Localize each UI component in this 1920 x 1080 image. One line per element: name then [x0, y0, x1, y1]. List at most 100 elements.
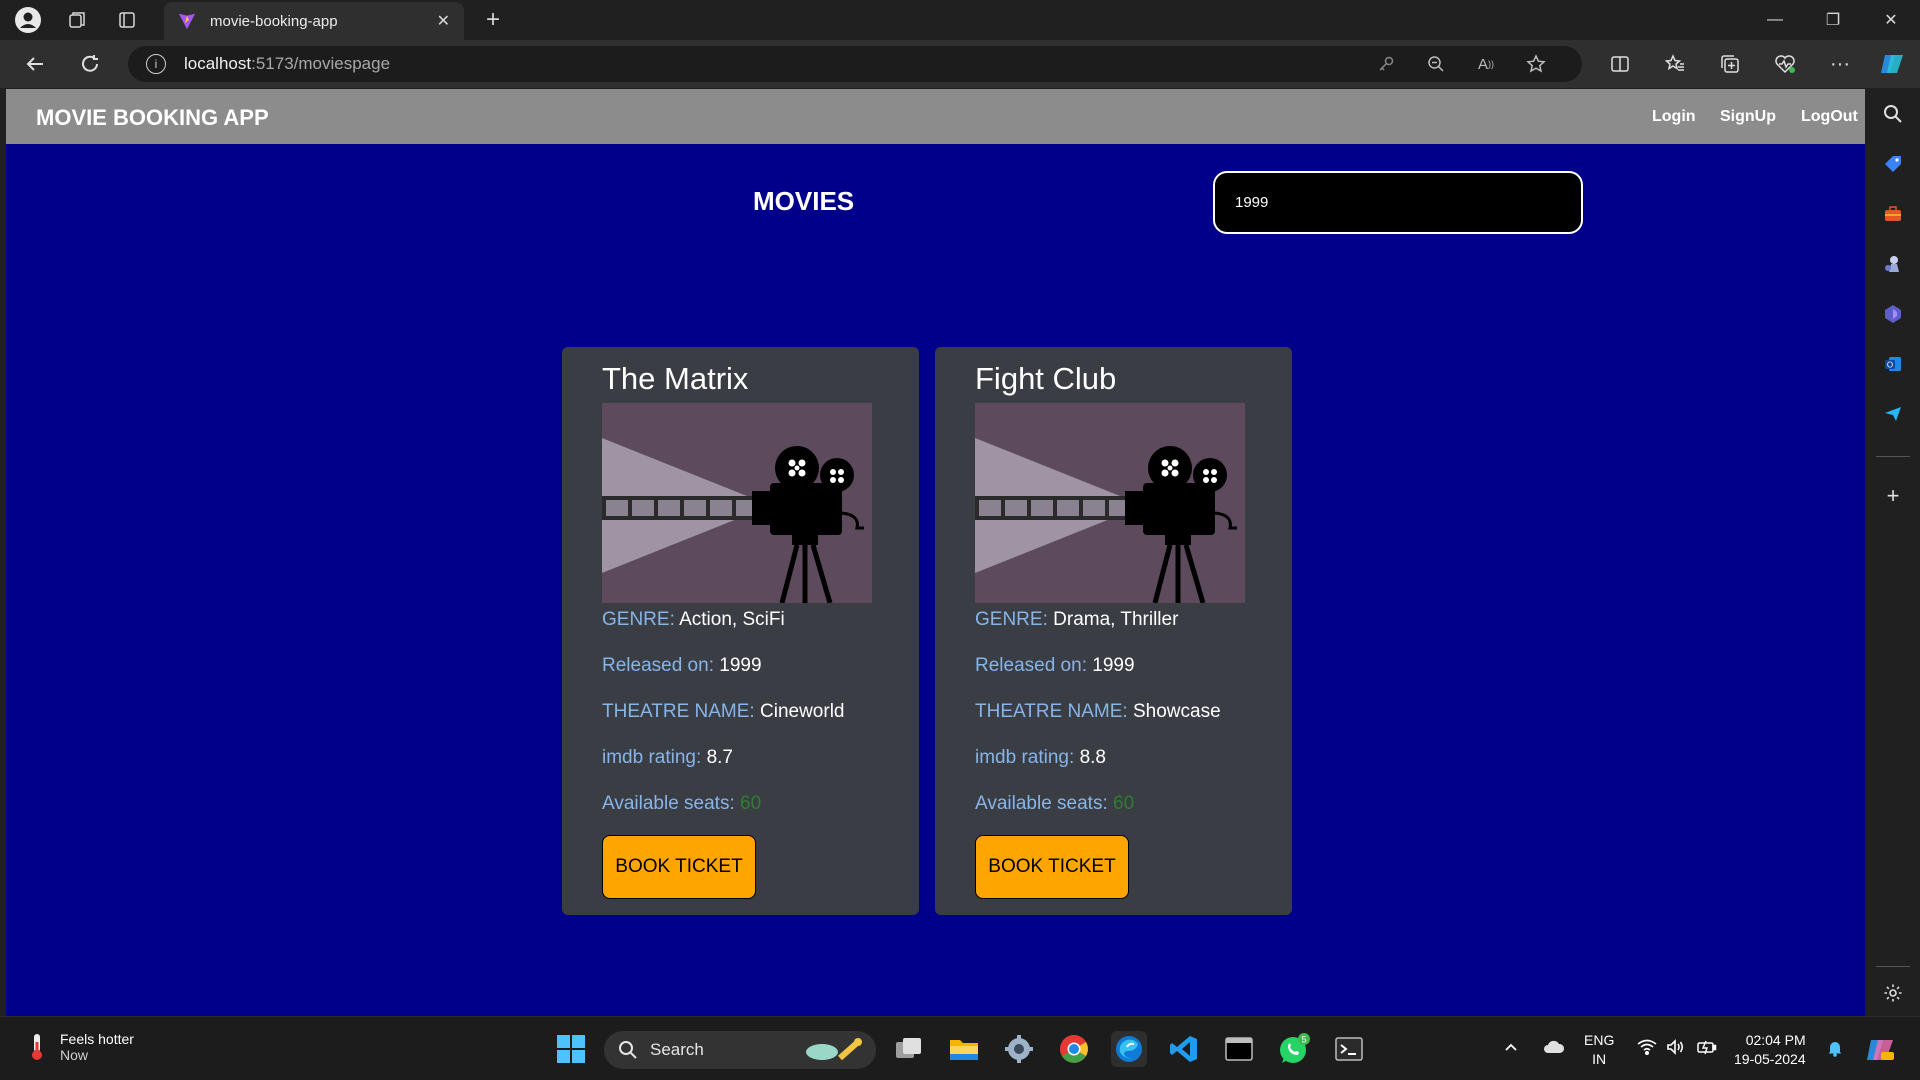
- games-chess-icon[interactable]: [1878, 249, 1908, 279]
- edge-sidebar: O +: [1866, 88, 1920, 1016]
- imdb-value: 8.8: [1079, 747, 1106, 768]
- url-host: localhost: [184, 54, 252, 73]
- wifi-icon[interactable]: [1637, 1039, 1657, 1058]
- workspaces-icon[interactable]: [62, 5, 92, 35]
- lang-primary: ENG: [1584, 1032, 1615, 1048]
- sidebar-settings-gear-icon[interactable]: [1878, 978, 1908, 1008]
- active-tab[interactable]: movie-booking-app ✕: [164, 2, 464, 40]
- movie-title: The Matrix: [602, 361, 749, 396]
- split-screen-icon[interactable]: [1605, 49, 1635, 79]
- tray-chevron-up-icon[interactable]: [1503, 1039, 1519, 1058]
- close-window-icon[interactable]: ✕: [1862, 0, 1920, 40]
- released-value: 1999: [1092, 655, 1135, 676]
- profile-icon[interactable]: [13, 5, 43, 35]
- brand-title[interactable]: MOVIE BOOKING APP: [36, 105, 269, 131]
- search-input[interactable]: [1213, 171, 1583, 234]
- shopping-tag-icon[interactable]: [1878, 149, 1908, 179]
- browser-toolbar: i localhost:5173/moviespage A)) ···: [0, 40, 1920, 88]
- language-indicator[interactable]: ENG IN: [1584, 1031, 1614, 1069]
- imdb-value: 8.7: [706, 747, 733, 768]
- url-path: :5173/moviespage: [251, 54, 391, 73]
- tab-title: movie-booking-app: [210, 12, 338, 30]
- theatre-row: THEATRE NAME: Showcase: [975, 701, 1221, 722]
- taskbar-clock[interactable]: 02:04 PM 19-05-2024: [1734, 1031, 1806, 1069]
- theatre-value: Showcase: [1133, 701, 1221, 722]
- battery-icon[interactable]: [1696, 1039, 1718, 1058]
- zoom-out-icon[interactable]: [1424, 52, 1448, 76]
- windows-taskbar: Feels hotter Now Search 5 ENG IN 02:04 P…: [0, 1016, 1920, 1080]
- new-tab-icon[interactable]: +: [478, 5, 508, 35]
- released-value: 1999: [719, 655, 762, 676]
- genre-row: GENRE: Drama, Thriller: [975, 609, 1179, 630]
- genre-value: Action, SciFi: [679, 609, 785, 630]
- restore-icon[interactable]: ❐: [1804, 0, 1862, 40]
- favorite-star-icon[interactable]: [1524, 52, 1548, 76]
- tools-briefcase-icon[interactable]: [1878, 199, 1908, 229]
- movie-card: The Matrix GENRE: Action, SciFi Released: [562, 347, 919, 915]
- clock-date: 19-05-2024: [1734, 1051, 1806, 1067]
- read-aloud-icon[interactable]: A)): [1474, 52, 1498, 76]
- terminal-icon[interactable]: [1331, 1031, 1367, 1067]
- nav-signup-link[interactable]: SignUp: [1720, 108, 1776, 126]
- address-bar[interactable]: i localhost:5173/moviespage A)): [128, 46, 1582, 82]
- key-icon[interactable]: [1374, 52, 1398, 76]
- chrome-icon[interactable]: [1056, 1031, 1092, 1067]
- theatre-row: THEATRE NAME: Cineworld: [602, 701, 845, 722]
- copilot-preview-icon[interactable]: [1862, 1031, 1898, 1067]
- weather-widget[interactable]: Feels hotter Now: [24, 1031, 134, 1063]
- imdb-row: imdb rating: 8.7: [602, 747, 733, 768]
- page-viewport: MOVIE BOOKING APP Login SignUp LogOut MO…: [6, 89, 1865, 1016]
- notification-bell-icon[interactable]: [1826, 1039, 1844, 1060]
- movie-title: Fight Club: [975, 361, 1117, 396]
- collections-icon[interactable]: [1715, 49, 1745, 79]
- copilot-icon[interactable]: [1877, 49, 1907, 79]
- sidebar-divider: [1876, 456, 1910, 457]
- site-info-icon[interactable]: i: [146, 54, 166, 74]
- send-plane-icon[interactable]: [1878, 399, 1908, 429]
- sidebar-search-icon[interactable]: [1878, 99, 1908, 129]
- movie-poster-image: [975, 403, 1245, 603]
- book-ticket-button[interactable]: BOOK TICKET: [602, 835, 756, 899]
- sidebar-add-icon[interactable]: +: [1878, 481, 1908, 511]
- favorites-icon[interactable]: [1660, 49, 1690, 79]
- windows-start-icon[interactable]: [553, 1031, 589, 1067]
- minimize-icon[interactable]: —: [1746, 0, 1804, 40]
- back-icon[interactable]: [20, 49, 50, 79]
- vite-favicon-icon: [178, 13, 196, 30]
- whatsapp-badge: 5: [1301, 1035, 1306, 1045]
- clock-time: 02:04 PM: [1745, 1032, 1806, 1048]
- settings-gear-icon[interactable]: [1001, 1031, 1037, 1067]
- file-explorer-icon[interactable]: [946, 1031, 982, 1067]
- task-view-icon[interactable]: [891, 1031, 927, 1067]
- tab-actions-icon[interactable]: [112, 5, 142, 35]
- onedrive-cloud-icon[interactable]: [1543, 1039, 1565, 1058]
- top-navbar: MOVIE BOOKING APP Login SignUp LogOut: [6, 89, 1865, 144]
- movie-card: Fight Club GENRE: Drama, Thriller Releas: [935, 347, 1292, 915]
- seats-value: 60: [740, 793, 762, 814]
- copilot-apps-icon[interactable]: [1878, 299, 1908, 329]
- whatsapp-icon[interactable]: 5: [1276, 1031, 1312, 1067]
- search-highlight-icon: [806, 1038, 862, 1061]
- taskbar-search-box[interactable]: Search: [604, 1031, 876, 1069]
- thermometer-icon: [32, 1034, 42, 1060]
- refresh-icon[interactable]: [75, 49, 105, 79]
- weather-subtitle: Now: [60, 1047, 89, 1063]
- tab-strip: movie-booking-app ✕ + — ❐ ✕: [0, 0, 1920, 40]
- terminal-window-icon[interactable]: [1221, 1031, 1257, 1067]
- vscode-icon[interactable]: [1166, 1031, 1202, 1067]
- weather-title: Feels hotter: [60, 1031, 134, 1047]
- volume-icon[interactable]: [1666, 1039, 1686, 1058]
- more-options-icon[interactable]: ···: [1825, 49, 1855, 79]
- seats-row: Available seats: 60: [975, 793, 1135, 814]
- browser-essentials-icon[interactable]: [1770, 49, 1800, 79]
- seats-value: 60: [1113, 793, 1135, 814]
- nav-logout-link[interactable]: LogOut: [1801, 108, 1858, 126]
- movie-poster-image: [602, 403, 872, 603]
- nav-login-link[interactable]: Login: [1652, 108, 1696, 126]
- outlook-icon[interactable]: O: [1878, 349, 1908, 379]
- theatre-value: Cineworld: [760, 701, 845, 722]
- edge-icon[interactable]: [1111, 1031, 1147, 1067]
- lang-region: IN: [1592, 1051, 1607, 1067]
- tab-close-icon[interactable]: ✕: [437, 11, 450, 31]
- book-ticket-button[interactable]: BOOK TICKET: [975, 835, 1129, 899]
